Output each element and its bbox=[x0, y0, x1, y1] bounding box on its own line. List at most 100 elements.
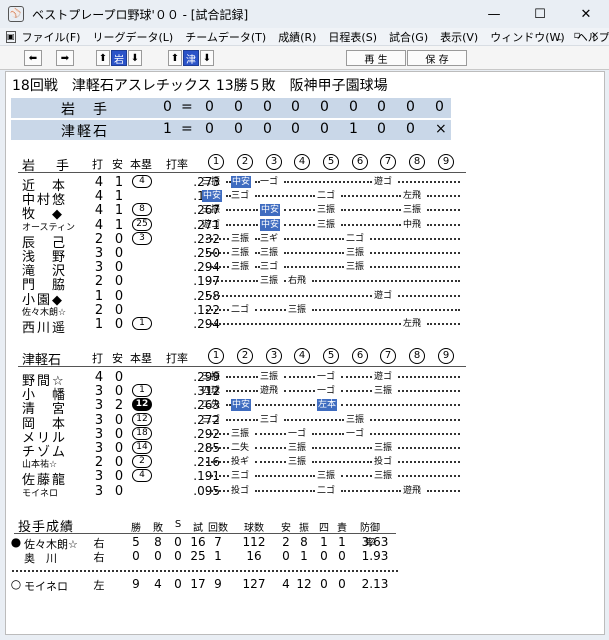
player-row[interactable]: 小 幡 3 0 1.312 四球 遊飛 一ゴ 三振 bbox=[6, 384, 606, 403]
player-row[interactable]: 佐藤龍 3 0 4.191 三ゴ 三振 三振 bbox=[6, 469, 606, 488]
team1-down-button[interactable]: ⬇ bbox=[128, 50, 142, 66]
save-button[interactable]: 保 存 bbox=[407, 50, 467, 66]
at-bat-result: 一ゴ bbox=[260, 177, 279, 187]
linescore-team: 岩 手 bbox=[61, 102, 109, 118]
player-row[interactable]: 西川遥 1 0 1.294 左飛 bbox=[6, 317, 606, 336]
at-bat-result: 一ゴ bbox=[346, 428, 365, 439]
at-bat-result: 中安 bbox=[202, 190, 223, 203]
player-row[interactable]: 滝 沢 3 0.294 三振 三ゴ 三振 bbox=[6, 260, 606, 279]
at-bat-result: 中安 bbox=[260, 204, 281, 217]
linescore-inning: 0 bbox=[291, 99, 300, 115]
minimize-button[interactable]: — bbox=[471, 0, 517, 28]
arrow-left-icon: ⬅ bbox=[28, 52, 38, 64]
player-hits: 0 bbox=[114, 260, 124, 276]
prev-game-button[interactable]: ⬅ bbox=[24, 50, 42, 66]
dotted-connector bbox=[341, 404, 460, 407]
dotted-connector bbox=[255, 308, 286, 311]
menu-game[interactable]: 試合(G) bbox=[383, 29, 434, 45]
menu-league-data[interactable]: リーグデータ(L) bbox=[86, 29, 179, 45]
player-hits: 0 bbox=[114, 483, 124, 499]
dotted-connector bbox=[226, 181, 229, 183]
dotted-connector bbox=[312, 432, 344, 435]
player-row[interactable]: 門 脇 2 0.197 三振 右飛 bbox=[6, 274, 606, 293]
team1-up-button[interactable]: ⬆ bbox=[96, 50, 110, 66]
player-row[interactable]: 浅 野 3 0.250 三振 三振 三振 bbox=[6, 246, 606, 265]
inning-header: 3 bbox=[266, 154, 282, 170]
player-row[interactable]: モイネロ 3 0.095 投ゴ 二ゴ 遊飛 bbox=[6, 483, 606, 499]
maximize-button[interactable]: ☐ bbox=[517, 0, 563, 28]
dotted-connector bbox=[284, 418, 344, 421]
player-hr-badge: 1 bbox=[132, 384, 152, 398]
menu-results[interactable]: 成績(R) bbox=[272, 29, 322, 45]
linescore-inning: 0 bbox=[349, 99, 358, 115]
mdi-restore-button[interactable]: ▫ bbox=[570, 30, 584, 41]
dotted-connector bbox=[226, 418, 258, 421]
player-row[interactable]: 近 本 4 1 4.273 三振 中安 一ゴ 遊ゴ bbox=[6, 175, 606, 194]
dotted-connector bbox=[427, 209, 460, 212]
player-ab: 3 bbox=[94, 469, 104, 485]
at-bat-result: 三ゴ bbox=[231, 471, 250, 482]
team1-selector[interactable]: 岩 bbox=[111, 50, 127, 66]
dotted-connector bbox=[284, 390, 315, 393]
inning-header: 5 bbox=[323, 154, 339, 170]
at-bat-result: 三振 bbox=[231, 262, 250, 273]
menu-schedule[interactable]: 日程表(S) bbox=[322, 29, 383, 45]
player-row[interactable]: オースティン 4 1 25.271 遊ゴ 中安 三振 中飛 bbox=[6, 217, 606, 233]
player-hits: 1 bbox=[114, 189, 124, 205]
pitching-header: 勝 bbox=[131, 523, 141, 534]
dotted-connector bbox=[312, 280, 460, 283]
player-row[interactable]: 牧 ◆ 4 1 8.267 三振 中安 三振 三振 bbox=[6, 203, 606, 222]
at-bat-result: 三振 bbox=[202, 205, 221, 216]
close-button[interactable]: ✕ bbox=[563, 0, 609, 28]
menu-view[interactable]: 表示(V) bbox=[434, 29, 484, 45]
player-row[interactable]: 岡 本 3 0 12.272 三ゴ 三ゴ 三振 bbox=[6, 412, 606, 432]
linescore-inning: 0 bbox=[263, 99, 272, 115]
player-row[interactable]: メリル 3 0 18.292 三振 一ゴ 一ゴ bbox=[6, 426, 606, 446]
inning-header: 8 bbox=[409, 348, 425, 364]
player-ab: 1 bbox=[94, 317, 104, 332]
player-row[interactable]: 小園◆ 1 0.258 遊ゴ bbox=[6, 289, 606, 308]
mdi-close-button[interactable]: × bbox=[588, 30, 602, 41]
linescore-inning: 0 bbox=[406, 99, 415, 115]
col-ab: 打 bbox=[92, 158, 103, 171]
at-bat-result: 投ゴ bbox=[231, 485, 250, 496]
dotted-connector bbox=[312, 308, 460, 311]
dotted-connector bbox=[226, 223, 258, 226]
next-game-button[interactable]: ➡ bbox=[56, 50, 74, 66]
player-hr-badge: 3 bbox=[132, 231, 152, 245]
play-button[interactable]: 再 生 bbox=[346, 50, 406, 66]
at-bat-result: 中安 bbox=[231, 176, 252, 188]
player-hits: 0 bbox=[114, 455, 124, 471]
pitcher-mark: ● bbox=[10, 535, 22, 549]
inning-header: 4 bbox=[294, 348, 310, 364]
linescore-equals: = bbox=[181, 121, 193, 137]
dotted-connector bbox=[427, 223, 460, 226]
mdi-minimize-button[interactable]: _ bbox=[552, 30, 566, 41]
linescore-row: 津軽石 1 = 0 0 0 0 0 1 0 0 × bbox=[11, 120, 451, 140]
inning-header: 1 bbox=[208, 154, 224, 170]
player-row[interactable]: 清 宮 3 2 12.263 二失 中安 左本 bbox=[6, 398, 606, 417]
menu-file[interactable]: ファイル(F) bbox=[16, 29, 87, 45]
dotted-connector bbox=[427, 323, 460, 325]
inning-header: 8 bbox=[409, 154, 425, 170]
dotted-connector bbox=[255, 404, 315, 407]
player-hits: 0 bbox=[114, 441, 124, 456]
player-row[interactable]: 佐々木朗☆ 2 0.122 二ゴ 三振 bbox=[6, 303, 606, 318]
team2-down-button[interactable]: ⬇ bbox=[200, 50, 214, 66]
document-icon[interactable]: ▣ bbox=[6, 30, 16, 43]
dotted-connector bbox=[398, 294, 460, 297]
at-bat-result: 三ギ bbox=[260, 233, 279, 244]
player-row[interactable]: 山本祐☆ 2 0 2.216 投ギ 三振 投ゴ bbox=[6, 455, 606, 471]
player-row[interactable]: 辰 己 2 0 3.232 三振 三ギ 二ゴ bbox=[6, 231, 606, 251]
pitching-header: 責 bbox=[337, 523, 347, 534]
at-bat-result: 二ゴ bbox=[231, 304, 250, 315]
team2-up-button[interactable]: ⬆ bbox=[168, 50, 182, 66]
player-row[interactable]: 野間☆ 4 0.299 三振 三振 一ゴ 遊ゴ bbox=[6, 370, 606, 389]
team2-selector[interactable]: 津 bbox=[183, 50, 199, 66]
player-row[interactable]: チゾム 3 0 14.285 二失 三振 三振 bbox=[6, 441, 606, 460]
player-hr-badge: 18 bbox=[132, 426, 152, 440]
at-bat-result: 三ゴ bbox=[260, 414, 279, 425]
player-row[interactable]: 中村悠41.143中安三ゴ二ゴ左飛 bbox=[6, 189, 606, 208]
menu-team-data[interactable]: チームデータ(T) bbox=[179, 29, 272, 45]
at-bat-result: 三振 bbox=[260, 248, 279, 258]
